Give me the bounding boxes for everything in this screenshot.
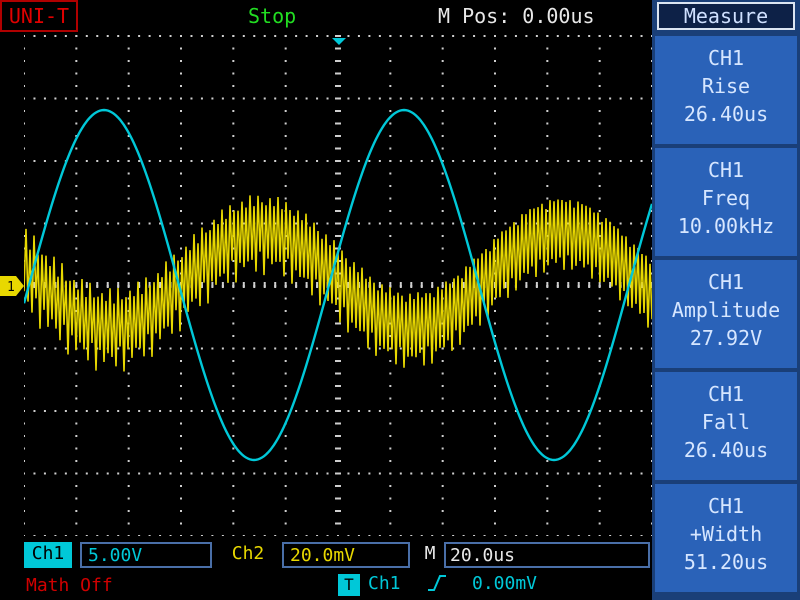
rising-edge-icon bbox=[428, 575, 446, 591]
timebase-label[interactable]: M bbox=[418, 542, 442, 568]
measure-source: CH1 bbox=[707, 270, 745, 294]
measure-item-rise[interactable]: CH1 Rise 26.40us bbox=[655, 36, 797, 144]
menu-title[interactable]: Measure bbox=[657, 2, 795, 30]
measure-item-fall[interactable]: CH1 Fall 26.40us bbox=[655, 372, 797, 480]
measure-value: 27.92V bbox=[689, 326, 763, 350]
measure-type: Fall bbox=[701, 410, 751, 434]
timebase-scale: 20.0us bbox=[444, 542, 650, 568]
trigger-icon: T bbox=[338, 574, 360, 596]
measure-value: 51.20us bbox=[683, 550, 769, 574]
measure-source: CH1 bbox=[707, 158, 745, 182]
ch1-scale: 5.00V bbox=[80, 542, 212, 568]
ch2-label[interactable]: Ch2 bbox=[224, 542, 272, 568]
measure-item-pos-width[interactable]: CH1 +Width 51.20us bbox=[655, 484, 797, 592]
brand-logo: UNI-T bbox=[0, 0, 78, 32]
measure-type: Rise bbox=[701, 74, 751, 98]
measure-item-freq[interactable]: CH1 Freq 10.00kHz bbox=[655, 148, 797, 256]
waveform-display bbox=[24, 34, 652, 536]
trigger-level: 0.00mV bbox=[472, 573, 538, 594]
measure-value: 26.40us bbox=[683, 438, 769, 462]
run-status: Stop bbox=[248, 4, 297, 28]
ch2-ground-marker-label: 1 bbox=[7, 280, 15, 295]
main-position-readout: M Pos: 0.00us bbox=[438, 4, 595, 28]
measure-item-amplitude[interactable]: CH1 Amplitude 27.92V bbox=[655, 260, 797, 368]
measure-value: 26.40us bbox=[683, 102, 769, 126]
measure-source: CH1 bbox=[707, 46, 745, 70]
ch2-ground-marker[interactable]: 1 bbox=[0, 276, 24, 296]
trigger-source: Ch1 bbox=[368, 573, 401, 594]
measure-source: CH1 bbox=[707, 494, 745, 518]
ch2-scale: 20.0mV bbox=[282, 542, 410, 568]
measure-type: Freq bbox=[701, 186, 751, 210]
measure-type: +Width bbox=[689, 522, 763, 546]
measure-value: 10.00kHz bbox=[677, 214, 775, 238]
math-status: Math Off bbox=[26, 575, 113, 596]
measure-source: CH1 bbox=[707, 382, 745, 406]
measure-type: Amplitude bbox=[671, 298, 781, 322]
ch1-label[interactable]: Ch1 bbox=[24, 542, 72, 568]
